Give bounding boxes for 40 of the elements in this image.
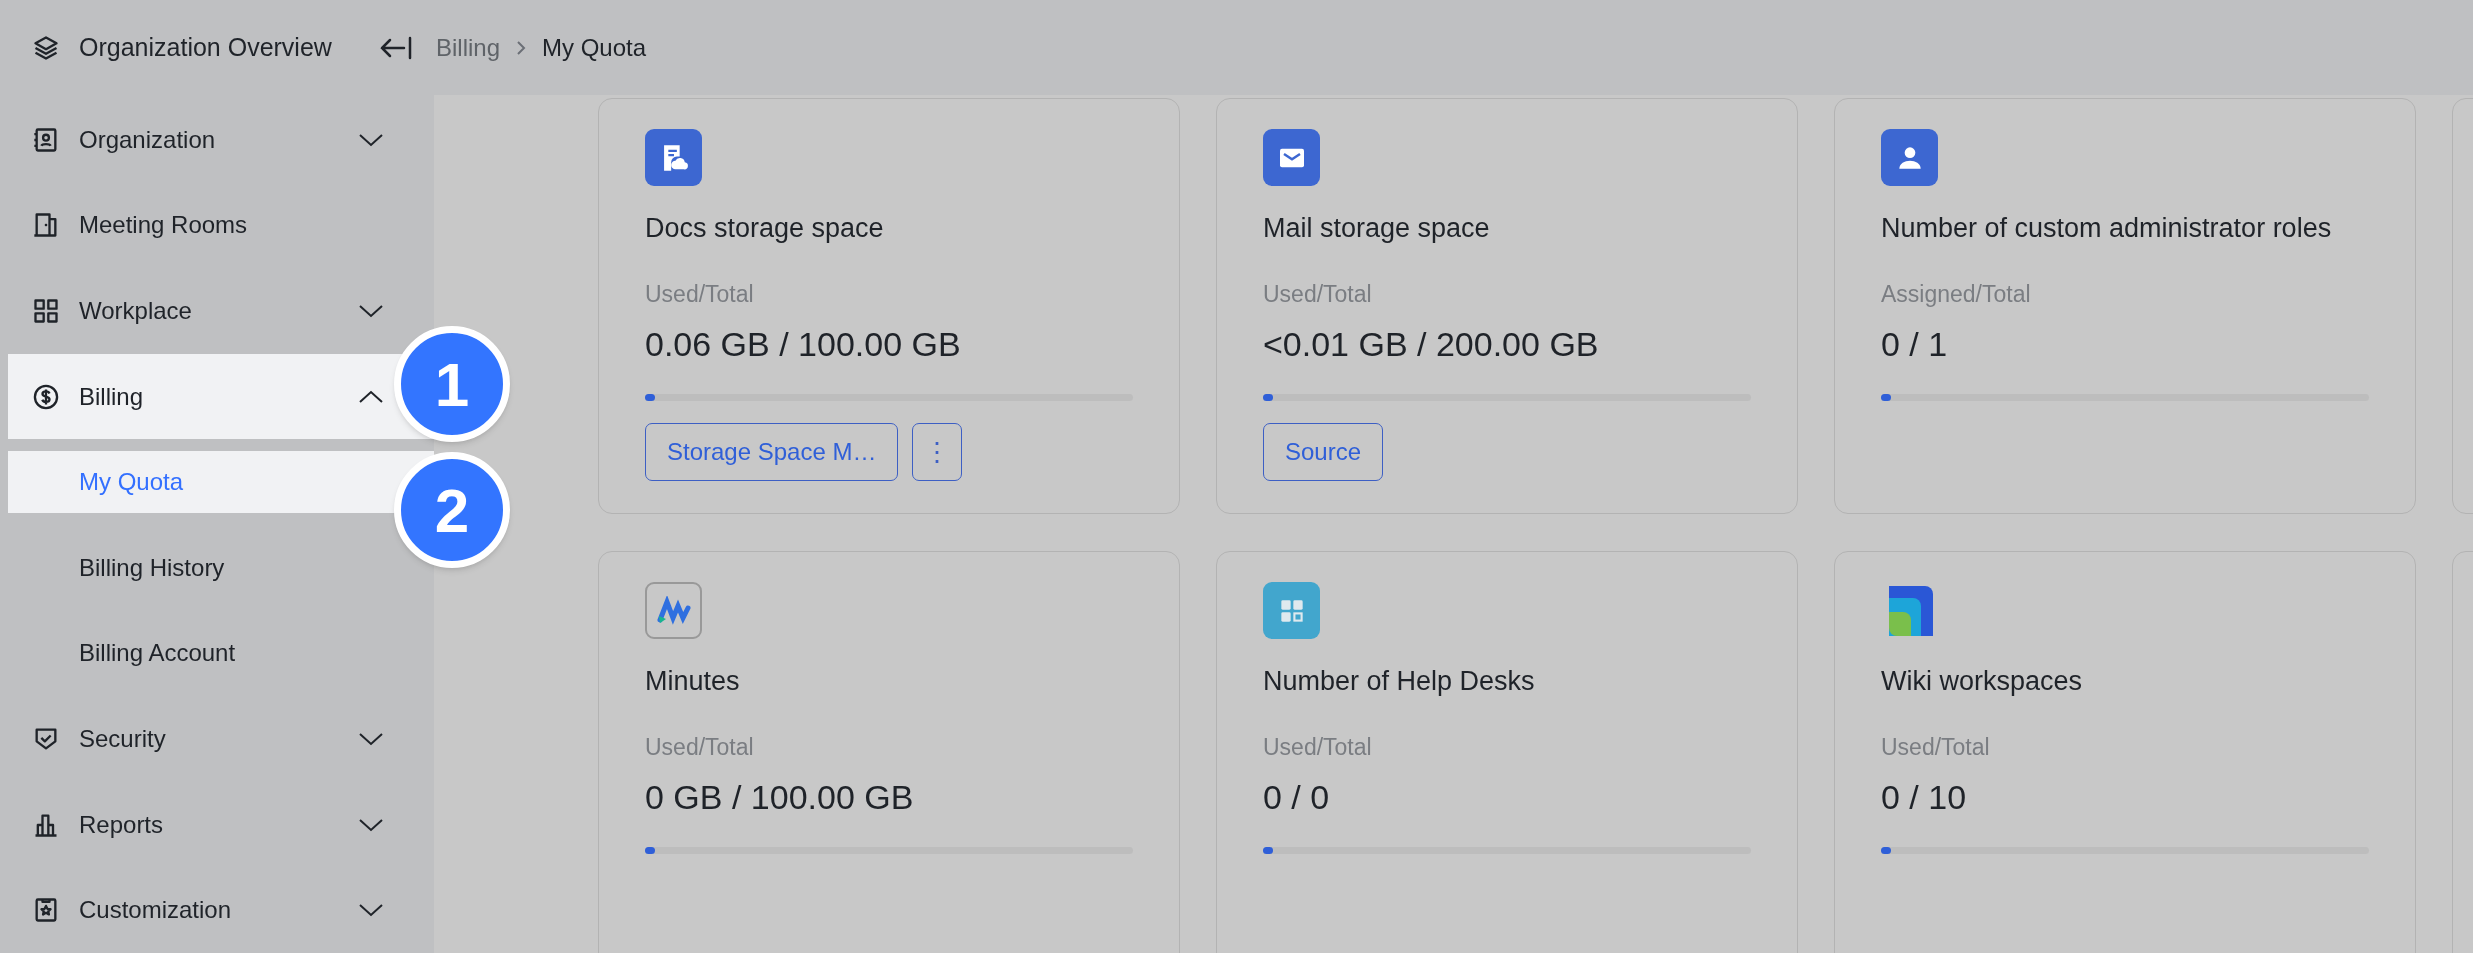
usage-value: <0.01 GB / 200.00 GB — [1263, 324, 1600, 365]
card-title: Minutes — [645, 665, 741, 698]
menu-group[interactable]: Customization — [8, 867, 434, 953]
card-title: Number of Help Desks — [1263, 665, 1536, 698]
card-title: Mail storage space — [1263, 212, 1491, 245]
grid-icon — [32, 297, 60, 325]
card-title: Number of custom administrator roles — [1881, 212, 2333, 245]
dollar-icon — [32, 382, 60, 411]
metric-label: Used/Total — [1881, 732, 1991, 762]
card-title: Wiki workspaces — [1881, 665, 2084, 698]
metric-label: Used/Total — [1263, 732, 1373, 762]
metric-label: Used/Total — [645, 279, 755, 309]
tiles-icon — [1263, 582, 1320, 639]
step-number-badge: 2 — [394, 452, 510, 568]
submenu-item[interactable]: My Quota — [8, 451, 434, 514]
step-number-badge: 1 — [394, 326, 510, 442]
wave-logo-icon — [645, 582, 702, 639]
menu-group[interactable]: Organization — [8, 97, 434, 183]
metric-label: Assigned/Total — [1881, 279, 2032, 309]
breadcrumb-item: My Quota — [542, 32, 647, 63]
usage-value: 0 / 0 — [1263, 777, 1331, 818]
metric-label: Used/Total — [1263, 279, 1373, 309]
usage-value: 0 / 10 — [1881, 777, 1968, 818]
layers-icon — [32, 33, 60, 62]
usage-value: 0.06 GB / 100.00 GB — [645, 324, 962, 365]
metric-label: Used/Total — [645, 732, 755, 762]
submenu-item[interactable]: Billing History — [8, 536, 308, 599]
menu-item[interactable]: Meeting Rooms — [8, 182, 434, 269]
usage-value: 0 / 1 — [1881, 324, 1949, 365]
card-title: Docs storage space — [645, 212, 885, 245]
menu-group[interactable]: Security — [8, 696, 434, 782]
menu-group[interactable]: Reports — [8, 781, 434, 868]
document-cloud-icon — [645, 129, 702, 186]
usage-value: 0 GB / 100.00 GB — [645, 777, 915, 818]
submenu-item[interactable]: Billing Account — [8, 622, 308, 685]
person-icon — [1881, 129, 1938, 186]
door-icon — [32, 211, 60, 240]
envelope-icon — [1263, 129, 1320, 186]
sidebar-title: Organization Overview — [79, 31, 332, 63]
contacts-icon — [32, 125, 60, 154]
